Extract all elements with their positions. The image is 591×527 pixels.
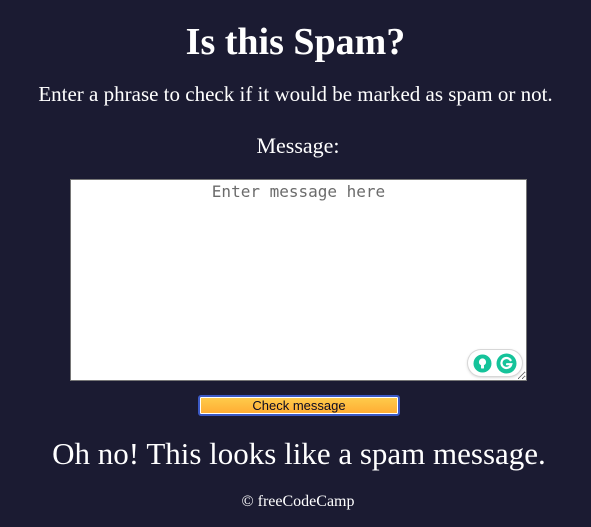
- result-message: Oh no! This looks like a spam message.: [52, 436, 546, 471]
- lightbulb-icon[interactable]: [473, 354, 492, 373]
- grammarly-widget[interactable]: [468, 350, 522, 376]
- message-field-wrapper: [70, 179, 527, 381]
- page-description: Enter a phrase to check if it would be m…: [38, 82, 553, 106]
- page-title: Is this Spam?: [185, 21, 406, 63]
- message-textarea[interactable]: [70, 179, 527, 381]
- grammarly-g-icon[interactable]: [496, 353, 517, 374]
- message-label: Message:: [256, 133, 340, 158]
- footer-copyright: © freeCodeCamp: [241, 493, 355, 510]
- check-message-button[interactable]: Check message: [198, 395, 400, 416]
